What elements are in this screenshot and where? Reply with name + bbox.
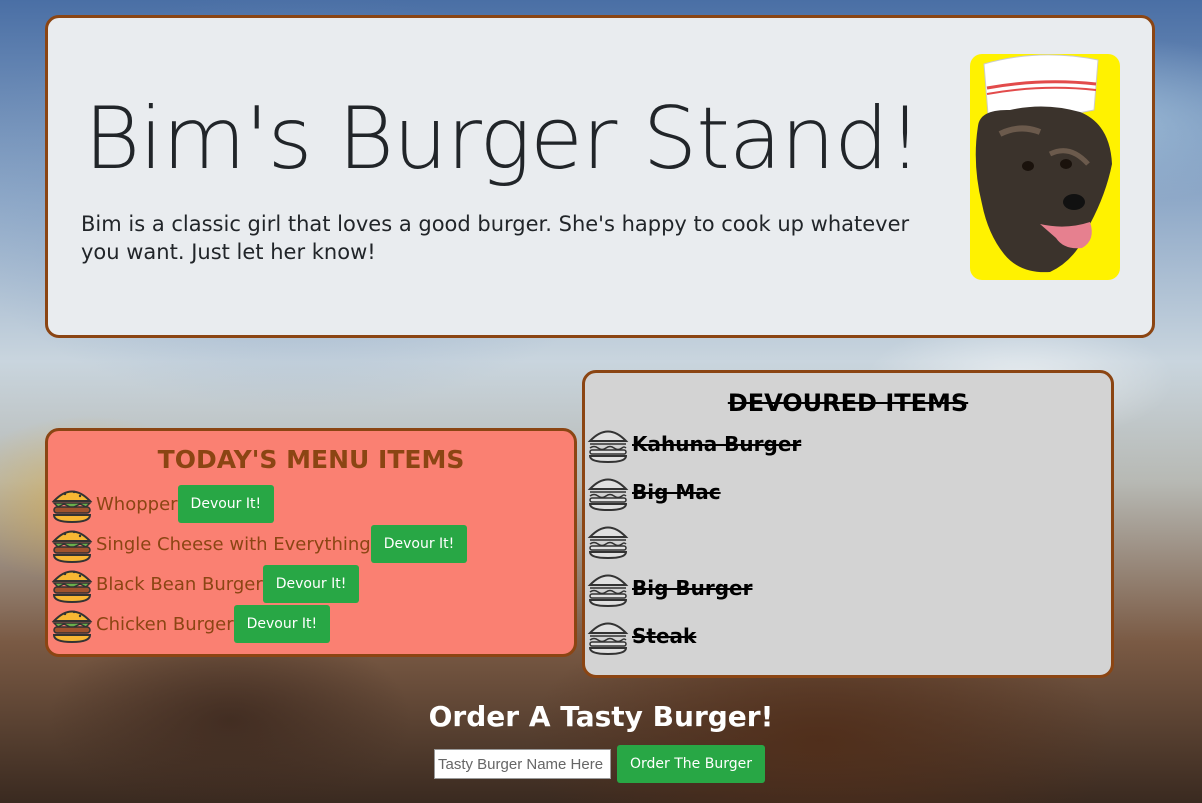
devoured-item: Big Mac bbox=[586, 471, 721, 513]
order-form: Order The Burger bbox=[434, 745, 765, 783]
devoured-item-name: Kahuna Burger bbox=[632, 432, 802, 456]
burger-icon bbox=[51, 610, 93, 644]
devoured-title: DEVOURED ITEMS bbox=[727, 389, 969, 417]
menu-item-name: Black Bean Burger bbox=[96, 573, 263, 595]
burger-name-input[interactable] bbox=[434, 749, 611, 779]
burger-outline-icon bbox=[587, 574, 629, 608]
menu-panel: TODAY'S MENU ITEMS Whopper Devour It! Si… bbox=[45, 428, 577, 657]
devoured-item-name: Big Burger bbox=[632, 576, 753, 600]
burger-icon bbox=[51, 490, 93, 524]
devoured-item: Kahuna Burger bbox=[586, 423, 801, 465]
devour-button[interactable]: Devour It! bbox=[233, 605, 331, 643]
order-burger-button[interactable]: Order The Burger bbox=[617, 745, 765, 783]
menu-item-name: Whopper bbox=[96, 493, 178, 515]
menu-item-name: Chicken Burger bbox=[96, 613, 234, 635]
burger-outline-icon bbox=[587, 430, 629, 464]
menu-item: Chicken Burger Devour It! bbox=[50, 604, 331, 644]
devour-button[interactable]: Devour It! bbox=[370, 525, 468, 563]
site-description: Bim is a classic girl that loves a good … bbox=[81, 212, 910, 264]
burger-outline-icon bbox=[587, 622, 629, 656]
page-title: Bim's Burger Stand! bbox=[84, 89, 922, 189]
devour-button[interactable]: Devour It! bbox=[177, 485, 275, 523]
order-title: Order A Tasty Burger! bbox=[428, 700, 774, 733]
burger-outline-icon bbox=[587, 478, 629, 512]
burger-outline-icon bbox=[587, 526, 629, 560]
devour-button[interactable]: Devour It! bbox=[262, 565, 360, 603]
devoured-item: Big Burger bbox=[586, 567, 752, 609]
bim-dog-photo bbox=[970, 54, 1120, 280]
menu-item: Black Bean Burger Devour It! bbox=[50, 564, 360, 604]
burger-icon bbox=[51, 570, 93, 604]
devoured-item: Steak bbox=[586, 615, 696, 657]
devoured-panel: DEVOURED ITEMS Kahuna Burger Big Mac Big… bbox=[582, 370, 1114, 678]
menu-item: Single Cheese with Everything Devour It! bbox=[50, 524, 468, 564]
devoured-item bbox=[586, 519, 632, 561]
menu-item-name: Single Cheese with Everything bbox=[96, 533, 371, 555]
devoured-item-name: Steak bbox=[632, 624, 697, 648]
burger-icon bbox=[51, 530, 93, 564]
devoured-item-name: Big Mac bbox=[632, 480, 721, 504]
menu-title: TODAY'S MENU ITEMS bbox=[157, 445, 465, 474]
header-jumbotron: Bim's Burger Stand! Bim is a classic gir… bbox=[45, 15, 1155, 338]
menu-item: Whopper Devour It! bbox=[50, 484, 275, 524]
